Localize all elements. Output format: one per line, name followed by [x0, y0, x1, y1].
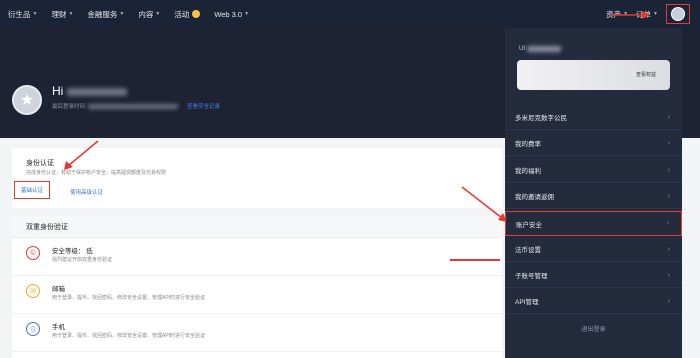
nav-wealth-label: 理财: [51, 9, 67, 19]
security-level-title: 安全等级： 低: [52, 248, 93, 255]
redacted-uid: [527, 46, 561, 52]
menu-item-fee-rate[interactable]: 我的费率 ›: [505, 131, 682, 156]
nav-financial-label: 金融服务: [87, 9, 118, 19]
nav-content[interactable]: 内容 ▼: [138, 9, 160, 20]
last-login-row: 最后登录时间 查看安全记录: [52, 102, 220, 110]
menu-item-subaccount[interactable]: 子账号管理 ›: [505, 263, 682, 288]
chevron-down-icon: ▼: [244, 11, 250, 17]
email-desc: 用于登录、提币、找回密码、修改安全设置、管理API时进行安全验证: [52, 295, 206, 301]
chevron-down-icon: ▼: [119, 11, 125, 17]
menu-item-fiat-settings[interactable]: 法币设置 ›: [505, 237, 682, 262]
menu-item-label: 我的邀请返佣: [515, 194, 554, 201]
chevron-right-icon: ›: [667, 139, 670, 147]
avatar-icon: [671, 7, 685, 21]
menu-item-referral[interactable]: 我的邀请返佣 ›: [505, 184, 682, 209]
menu-item-label: 我的福利: [515, 168, 541, 175]
annotation-underline: [450, 259, 500, 261]
menu-item-label: 我的费率: [515, 141, 541, 148]
top-nav: 衍生品▼ 理财▼ 金融服务▼ 内容▼ 活动 Web 3.0▼ 资产▼ 订单▼: [0, 0, 700, 28]
nav-web3[interactable]: Web 3.0 ▼: [214, 10, 249, 19]
chevron-down-icon: ▼: [68, 11, 74, 17]
security-level-row: © 安全等级： 低 强烈建议开启双重身份验证: [12, 238, 502, 276]
twofa-header: 双重身份验证: [12, 216, 502, 238]
menu-item-label: 多米尼克数字公民: [515, 115, 567, 122]
phone-icon: ▯: [26, 322, 40, 336]
coin-icon: [192, 10, 201, 18]
nav-content-label: 内容: [138, 9, 154, 19]
menu-item-account-security[interactable]: 账户安全 ›: [505, 211, 682, 236]
menu-item-label: 子账号管理: [515, 273, 548, 280]
phone-row: ▯ 手机 用于登录、提币、找回密码、修改安全设置、管理API时进行安全验证: [12, 314, 502, 352]
greeting-text: Hi: [52, 84, 64, 98]
chevron-right-icon: ›: [666, 220, 669, 227]
email-icon: ✉: [26, 284, 40, 298]
chevron-down-icon: ▼: [653, 11, 658, 17]
email-row: ✉ 邮箱 用于登录、提币、找回密码、修改安全设置、管理API时进行安全验证: [12, 276, 502, 314]
phone-desc: 用于登录、提币、找回密码、修改安全设置、管理API时进行安全验证: [52, 333, 206, 339]
chevron-right-icon: ›: [667, 166, 670, 174]
nav-activities-label: 活动: [174, 9, 190, 19]
nav-wealth[interactable]: 理财 ▼: [51, 9, 73, 20]
chevron-right-icon: ›: [667, 113, 670, 121]
nav-web3-label: Web 3.0: [214, 9, 243, 19]
avatar-button[interactable]: [666, 4, 690, 24]
phone-title: 手机: [52, 324, 65, 331]
basic-verification-label: 基础认证: [20, 188, 43, 194]
security-level-icon: ©: [26, 246, 40, 260]
redacted-time: [88, 103, 179, 109]
advanced-verification-link[interactable]: 使用高级认证: [70, 188, 103, 196]
logout-button[interactable]: 退出登录: [505, 318, 682, 338]
profile-avatar: ★: [12, 85, 42, 115]
menu-item-label: 法币设置: [515, 247, 541, 254]
view-benefits-button[interactable]: 查看权益: [636, 71, 656, 78]
menu-item-welfare[interactable]: 我的福利 ›: [505, 158, 682, 183]
nav-activities[interactable]: 活动: [174, 9, 201, 20]
nav-left: 衍生品 ▼ 理财 ▼ 金融服务 ▼ 内容 ▼ 活动 Web 3.0 ▼: [8, 0, 263, 28]
last-login-label: 最后登录时间: [52, 104, 86, 110]
uid-label: UI: [519, 46, 525, 52]
annotation-arrow-basic: [64, 140, 99, 170]
menu-item-digital-citizen[interactable]: 多米尼克数字公民 ›: [505, 105, 682, 130]
chevron-down-icon: ▼: [32, 11, 38, 17]
annotation-arrow-avatar: [610, 11, 650, 19]
uid-row: UI: [519, 46, 561, 52]
chevron-right-icon: ›: [667, 245, 670, 253]
account-dropdown: UI 查看权益 多米尼克数字公民 › 我的费率 › 我的福利 › 我的邀请返佣 › 账户…: [505, 28, 682, 358]
vip-card[interactable]: 查看权益: [517, 60, 670, 90]
security-log-link[interactable]: 查看安全记录: [187, 102, 220, 110]
security-level-desc: 强烈建议开启双重身份验证: [52, 257, 113, 263]
chevron-down-icon: ▼: [155, 11, 161, 17]
nav-financial-services[interactable]: 金融服务 ▼: [87, 9, 124, 20]
chevron-right-icon: ›: [667, 297, 670, 305]
basic-verification-button[interactable]: 基础认证: [14, 181, 50, 199]
email-title: 邮箱: [52, 286, 65, 293]
twofa-card: 双重身份验证 © 安全等级： 低 强烈建议开启双重身份验证 ✉ 邮箱 用于登录、…: [12, 216, 502, 358]
identity-title: 身份认证: [26, 160, 54, 167]
menu-item-label: 账户安全: [516, 221, 542, 229]
star-icon: ★: [19, 92, 35, 109]
nav-derivatives-label: 衍生品: [8, 9, 31, 19]
redacted-username: [66, 87, 127, 96]
greeting: Hi: [52, 84, 127, 98]
nav-derivatives[interactable]: 衍生品 ▼: [8, 9, 37, 20]
menu-item-label: API管理: [515, 299, 539, 306]
menu-item-api[interactable]: API管理 ›: [505, 289, 682, 314]
chevron-right-icon: ›: [667, 192, 670, 200]
chevron-right-icon: ›: [667, 271, 670, 279]
